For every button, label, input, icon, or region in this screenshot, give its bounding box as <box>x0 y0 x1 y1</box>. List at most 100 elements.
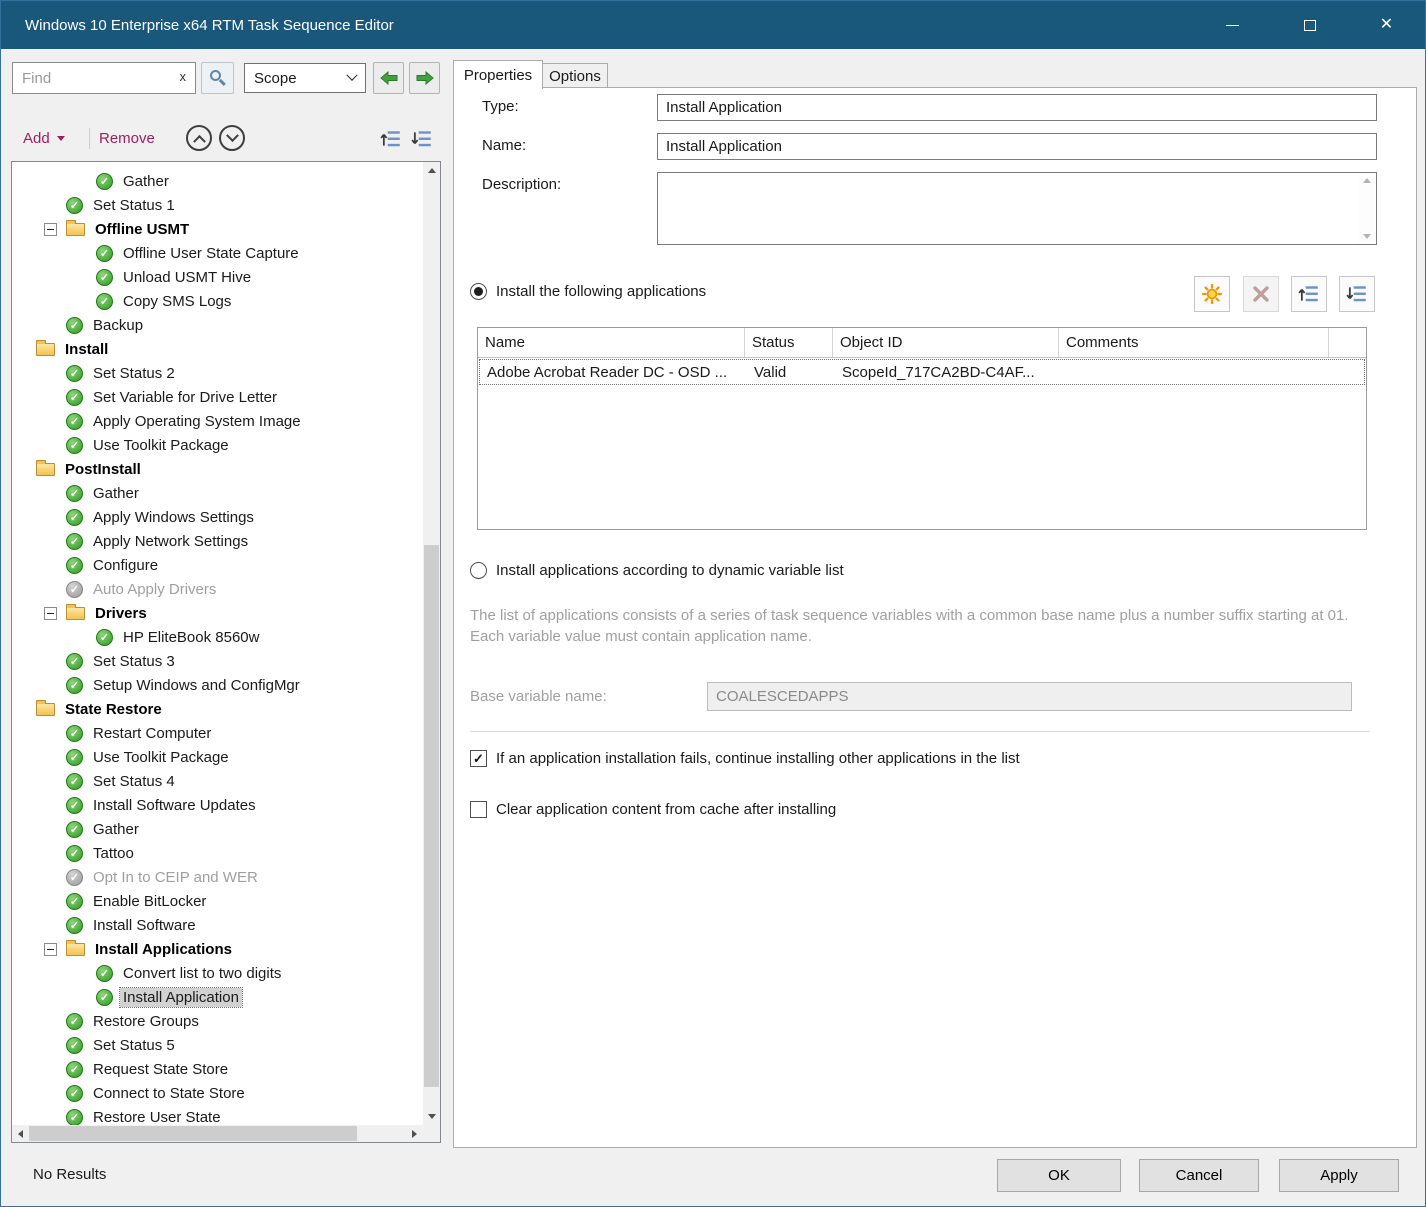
tree-item-label: Gather <box>90 820 142 839</box>
find-next-button[interactable] <box>409 62 440 94</box>
tree-item-connect-to-state-store[interactable]: ✓Connect to State Store <box>12 1081 423 1105</box>
tree-item-configure[interactable]: ✓Configure <box>12 553 423 577</box>
check-icon: ✓ <box>66 773 83 790</box>
tree-item-gather[interactable]: ✓Gather <box>12 481 423 505</box>
collapse-expander-icon[interactable] <box>44 223 57 236</box>
tree-horizontal-scrollbar[interactable] <box>12 1125 423 1142</box>
tree-item-set-status-2[interactable]: ✓ Set Status 2 <box>12 361 423 385</box>
tree-item-enable-bitlocker[interactable]: ✓Enable BitLocker <box>12 889 423 913</box>
remove-button[interactable]: Remove <box>99 125 155 151</box>
tree-group-install-applications[interactable]: Install Applications <box>12 937 423 961</box>
scope-dropdown[interactable]: Scope <box>244 63 366 93</box>
tab-properties[interactable]: Properties <box>453 60 543 89</box>
tree-item-backup[interactable]: ✓Backup <box>12 313 423 337</box>
checkbox-clear-cache-label: Clear application content from cache aft… <box>496 801 836 818</box>
maximize-button[interactable] <box>1271 1 1348 49</box>
name-field[interactable] <box>657 133 1377 160</box>
tree-item-use-toolkit-package[interactable]: ✓Use Toolkit Package <box>12 433 423 457</box>
minimize-button[interactable] <box>1194 1 1271 49</box>
collapse-expander-icon[interactable] <box>44 607 57 620</box>
delete-x-icon <box>1251 284 1271 304</box>
tree-item-install-software-updates[interactable]: ✓Install Software Updates <box>12 793 423 817</box>
arrow-right-icon <box>415 71 435 85</box>
app-table-column-status[interactable]: Status <box>745 328 833 357</box>
tree-item-label: Install Software Updates <box>90 796 259 815</box>
tree-item-tattoo[interactable]: ✓Tattoo <box>12 841 423 865</box>
collapse-all-button[interactable] <box>377 125 404 152</box>
app-table-row[interactable]: Adobe Acrobat Reader DC - OSD ...ValidSc… <box>479 359 1365 385</box>
tree-item-opt-in-to-ceip-and-wer[interactable]: ✓Opt In to CEIP and WER <box>12 865 423 889</box>
checkbox-continue-on-fail[interactable]: ✓ If an application installation fails, … <box>470 750 1020 767</box>
tree-item-gather[interactable]: ✓Gather <box>12 817 423 841</box>
tree-item-apply-operating-system-image[interactable]: ✓Apply Operating System Image <box>12 409 423 433</box>
app-table-column-name[interactable]: Name <box>478 328 745 357</box>
radio-dynamic-variable-list[interactable]: Install applications according to dynami… <box>470 562 844 579</box>
expand-all-button[interactable] <box>408 125 435 152</box>
search-button[interactable] <box>201 62 234 94</box>
tree-item-install-software[interactable]: ✓Install Software <box>12 913 423 937</box>
app-table-column-object-id[interactable]: Object ID <box>833 328 1059 357</box>
tree-item-restore-user-state[interactable]: ✓Restore User State <box>12 1105 423 1125</box>
close-button[interactable]: ✕ <box>1348 1 1425 49</box>
find-previous-button[interactable] <box>373 62 404 94</box>
check-icon: ✓ <box>66 749 83 766</box>
chevron-down-circle-icon <box>226 129 239 142</box>
check-icon: ✓ <box>66 365 83 382</box>
tree-item-offline-user-state-capture[interactable]: ✓Offline User State Capture <box>12 241 423 265</box>
move-step-up-button[interactable] <box>186 125 212 151</box>
horizontal-scrollbar-thumb[interactable] <box>29 1126 357 1141</box>
tree-item-apply-network-settings[interactable]: ✓Apply Network Settings <box>12 529 423 553</box>
tree-item-gather[interactable]: ✓Gather <box>12 169 423 193</box>
tree-item-convert-list-to-two-digits[interactable]: ✓Convert list to two digits <box>12 961 423 985</box>
move-application-down-button[interactable] <box>1339 276 1375 312</box>
tree-item-use-toolkit-package[interactable]: ✓Use Toolkit Package <box>12 745 423 769</box>
tree-item-restart-computer[interactable]: ✓Restart Computer <box>12 721 423 745</box>
tree-item-set-status-1[interactable]: ✓Set Status 1 <box>12 193 423 217</box>
vertical-scrollbar-thumb[interactable] <box>424 545 439 1087</box>
tree-group-postinstall[interactable]: PostInstall <box>12 457 423 481</box>
add-application-button[interactable] <box>1194 276 1230 312</box>
tree-group-state-restore[interactable]: State Restore <box>12 697 423 721</box>
find-input[interactable] <box>13 63 195 93</box>
tree-item-label: Set Status 2 <box>90 364 178 383</box>
description-field[interactable] <box>657 172 1377 245</box>
tree-item-request-state-store[interactable]: ✓Request State Store <box>12 1057 423 1081</box>
tree-item-auto-apply-drivers[interactable]: ✓Auto Apply Drivers <box>12 577 423 601</box>
cancel-button[interactable]: Cancel <box>1139 1159 1259 1192</box>
move-application-up-button[interactable] <box>1291 276 1327 312</box>
radio-install-following-apps-label: Install the following applications <box>496 283 706 300</box>
tree-vertical-scrollbar[interactable] <box>423 162 440 1125</box>
description-scrollbar[interactable] <box>1358 174 1375 243</box>
tree-item-copy-sms-logs[interactable]: ✓Copy SMS Logs <box>12 289 423 313</box>
check-icon: ✓ <box>66 677 83 694</box>
scroll-left-button[interactable] <box>12 1125 29 1142</box>
tree-group-install[interactable]: Install <box>12 337 423 361</box>
tree-item-set-status-3[interactable]: ✓Set Status 3 <box>12 649 423 673</box>
apply-button[interactable]: Apply <box>1279 1159 1399 1192</box>
collapse-expander-icon[interactable] <box>44 943 57 956</box>
tree-item-apply-windows-settings[interactable]: ✓Apply Windows Settings <box>12 505 423 529</box>
radio-install-following-apps[interactable]: Install the following applications <box>470 283 706 300</box>
folder-icon <box>66 223 85 236</box>
clear-find-icon[interactable]: x <box>180 70 187 83</box>
add-button[interactable]: Add <box>23 125 65 151</box>
tree-item-restore-groups[interactable]: ✓Restore Groups <box>12 1009 423 1033</box>
tree-item-set-status-4[interactable]: ✓Set Status 4 <box>12 769 423 793</box>
scroll-down-button[interactable] <box>423 1108 440 1125</box>
tree-item-set-variable-for-drive-letter[interactable]: ✓Set Variable for Drive Letter <box>12 385 423 409</box>
task-sequence-editor-window: Windows 10 Enterprise x64 RTM Task Seque… <box>0 0 1426 1207</box>
scroll-up-button[interactable] <box>423 162 440 179</box>
tree-group-offline-usmt[interactable]: Offline USMT <box>12 217 423 241</box>
checkbox-clear-cache[interactable]: Clear application content from cache aft… <box>470 801 836 818</box>
ok-button[interactable]: OK <box>997 1159 1121 1192</box>
scroll-right-button[interactable] <box>406 1125 423 1142</box>
tree-group-drivers[interactable]: Drivers <box>12 601 423 625</box>
app-table-column-comments[interactable]: Comments <box>1059 328 1329 357</box>
tab-options[interactable]: Options <box>542 63 608 89</box>
move-step-down-button[interactable] <box>219 125 245 151</box>
tree-item-unload-usmt-hive[interactable]: ✓Unload USMT Hive <box>12 265 423 289</box>
tree-item-hp-elitebook-8560w[interactable]: ✓HP EliteBook 8560w <box>12 625 423 649</box>
tree-item-install-application[interactable]: ✓Install Application <box>12 985 423 1009</box>
tree-item-set-status-5[interactable]: ✓Set Status 5 <box>12 1033 423 1057</box>
tree-item-setup-windows-and-configmgr[interactable]: ✓Setup Windows and ConfigMgr <box>12 673 423 697</box>
